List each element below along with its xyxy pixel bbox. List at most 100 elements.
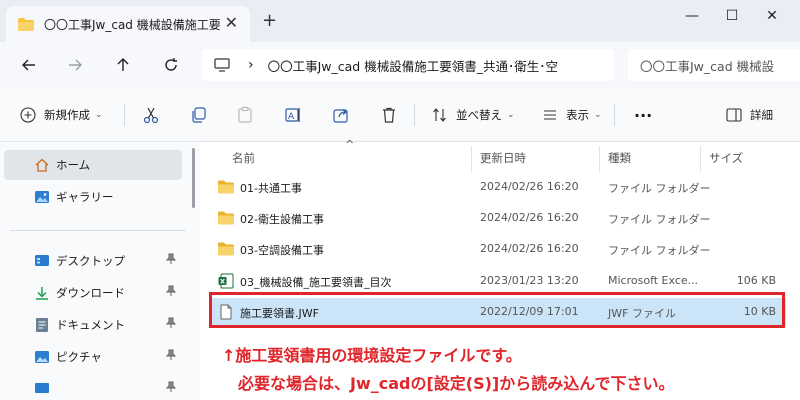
column-header-date[interactable]: 更新日時 (480, 150, 526, 166)
sidebar-divider (10, 230, 186, 231)
address-bar[interactable]: › 〇〇工事Jw_cad 機械設備施工要領書_共通･衛生･空 (202, 49, 614, 81)
toolbar-divider (124, 104, 125, 126)
refresh-button[interactable] (160, 54, 182, 76)
column-divider[interactable] (599, 146, 600, 172)
tab-close-icon[interactable]: ✕ (225, 15, 238, 31)
forward-button[interactable] (64, 54, 86, 76)
svg-text:X: X (220, 278, 225, 286)
command-bar: 新規作成 ⌄ A 並べ替え ⌄ 表示 ⌄ ··· 詳細 (0, 88, 800, 142)
search-placeholder: 〇〇工事Jw_cad 機械設 (640, 58, 775, 74)
navigation-pane: ホーム ギャラリー デスクトップ ダウンロード ドキュメント ピクチャ (0, 142, 200, 400)
toolbar-divider (614, 104, 615, 126)
sort-button[interactable]: 並べ替え ⌄ (432, 104, 515, 126)
file-row[interactable]: 03-空調設備工事 2024/02/26 16:20 ファイル フォルダー (212, 235, 786, 263)
up-button[interactable] (112, 54, 134, 76)
toolbar-divider (414, 104, 415, 126)
sidebar-item-downloads[interactable]: ダウンロード (4, 278, 182, 308)
view-button-label: 表示 (566, 108, 589, 122)
file-row[interactable]: 02-衛生設備工事 2024/02/26 16:20 ファイル フォルダー (212, 204, 786, 232)
sidebar-item-label: ホーム (56, 158, 91, 172)
details-button-label: 詳細 (750, 108, 773, 122)
folder-icon (218, 180, 234, 194)
sidebar-item-desktop[interactable]: デスクトップ (4, 246, 182, 276)
forward-arrow-icon (69, 59, 82, 71)
column-divider[interactable] (700, 146, 701, 172)
sort-icon (433, 108, 446, 122)
view-button[interactable]: 表示 ⌄ (542, 104, 602, 126)
new-button[interactable]: 新規作成 ⌄ (20, 104, 103, 126)
sidebar-item-label: デスクトップ (56, 254, 125, 268)
chevron-down-icon: ⌄ (507, 110, 515, 120)
rename-icon: A (285, 108, 300, 122)
sidebar-item-home[interactable]: ホーム (4, 150, 182, 180)
rename-button[interactable]: A (284, 104, 302, 126)
file-date: 2023/01/23 13:20 (480, 274, 579, 287)
new-button-label: 新規作成 (44, 108, 90, 122)
back-button[interactable] (18, 54, 40, 76)
minimize-button[interactable]: — (680, 6, 704, 26)
back-arrow-icon (22, 59, 35, 71)
excel-icon: X (218, 273, 234, 289)
copy-icon (192, 107, 206, 123)
annotation-line-2: 必要な場合は、Jw_cadの[設定(S)]から読み込んで下さい。 (238, 374, 675, 393)
pin-icon (165, 285, 177, 300)
breadcrumb-chevron-icon: › (248, 57, 254, 73)
column-header-name[interactable]: 名前 (232, 150, 255, 166)
monitor-icon (35, 383, 49, 393)
file-name: 03-空調設備工事 (240, 244, 324, 257)
sidebar-item-label: ダウンロード (56, 286, 125, 300)
folder-icon (218, 242, 234, 256)
details-button[interactable]: 詳細 (726, 104, 773, 126)
sidebar-scrollbar[interactable] (190, 142, 196, 400)
file-date: 2024/02/26 16:20 (480, 242, 579, 255)
sidebar-item-label: ドキュメント (56, 318, 125, 332)
clipboard-icon (238, 106, 252, 123)
desktop-icon (35, 255, 49, 266)
up-arrow-icon (117, 58, 129, 71)
file-row[interactable]: 01-共通工事 2024/02/26 16:20 ファイル フォルダー (212, 173, 786, 201)
window-tab[interactable]: 〇〇工事Jw_cad 機械設備施工要 ✕ (6, 6, 250, 42)
scissors-icon (143, 107, 159, 124)
sidebar-item-label: ピクチャ (56, 350, 102, 364)
download-icon (36, 287, 48, 300)
column-header-type[interactable]: 種類 (608, 150, 631, 166)
sidebar-item-gallery[interactable]: ギャラリー (4, 182, 182, 212)
details-pane-icon (726, 108, 742, 122)
document-icon (36, 318, 48, 332)
file-name: 03_機械設備_施工要領書_目次 (240, 276, 392, 289)
computer-icon (214, 58, 230, 72)
file-type: Microsoft Exce... (608, 274, 699, 287)
sort-button-label: 並べ替え (456, 108, 502, 122)
tab-title: 〇〇工事Jw_cad 機械設備施工要 (44, 17, 220, 32)
chevron-down-icon: ⌄ (594, 110, 602, 120)
pin-icon (165, 349, 177, 364)
sidebar-item-monitor[interactable] (4, 374, 182, 400)
folder-icon (18, 17, 34, 31)
file-type: ファイル フォルダー (608, 244, 711, 257)
file-row[interactable]: X 03_機械設備_施工要領書_目次 2023/01/23 13:20 Micr… (212, 267, 786, 295)
refresh-icon (165, 58, 177, 71)
address-path: 〇〇工事Jw_cad 機械設備施工要領書_共通･衛生･空 (267, 58, 558, 74)
copy-button[interactable] (190, 104, 208, 126)
pin-icon (165, 317, 177, 332)
maximize-button[interactable]: ☐ (720, 6, 744, 26)
sidebar-item-label: ギャラリー (56, 190, 114, 204)
scrollbar-thumb[interactable] (192, 148, 195, 208)
folder-icon (218, 211, 234, 225)
share-button[interactable] (332, 104, 350, 126)
file-type: ファイル フォルダー (608, 213, 711, 226)
delete-button[interactable] (380, 104, 398, 126)
sidebar-item-pictures[interactable]: ピクチャ (4, 342, 182, 372)
close-button[interactable]: ✕ (760, 6, 784, 26)
plus-circle-icon (20, 107, 36, 123)
svg-text:A: A (288, 112, 295, 122)
search-input[interactable]: 〇〇工事Jw_cad 機械設 (628, 49, 800, 81)
new-tab-button[interactable]: + (262, 10, 277, 31)
cut-button[interactable] (142, 104, 160, 126)
sidebar-item-documents[interactable]: ドキュメント (4, 310, 182, 340)
more-options-button[interactable]: ··· (634, 104, 652, 126)
column-divider[interactable] (471, 146, 472, 172)
title-bar: 〇〇工事Jw_cad 機械設備施工要 ✕ + — ☐ ✕ (0, 0, 800, 42)
column-header-size[interactable]: サイズ (709, 150, 743, 166)
paste-button[interactable] (236, 104, 254, 126)
